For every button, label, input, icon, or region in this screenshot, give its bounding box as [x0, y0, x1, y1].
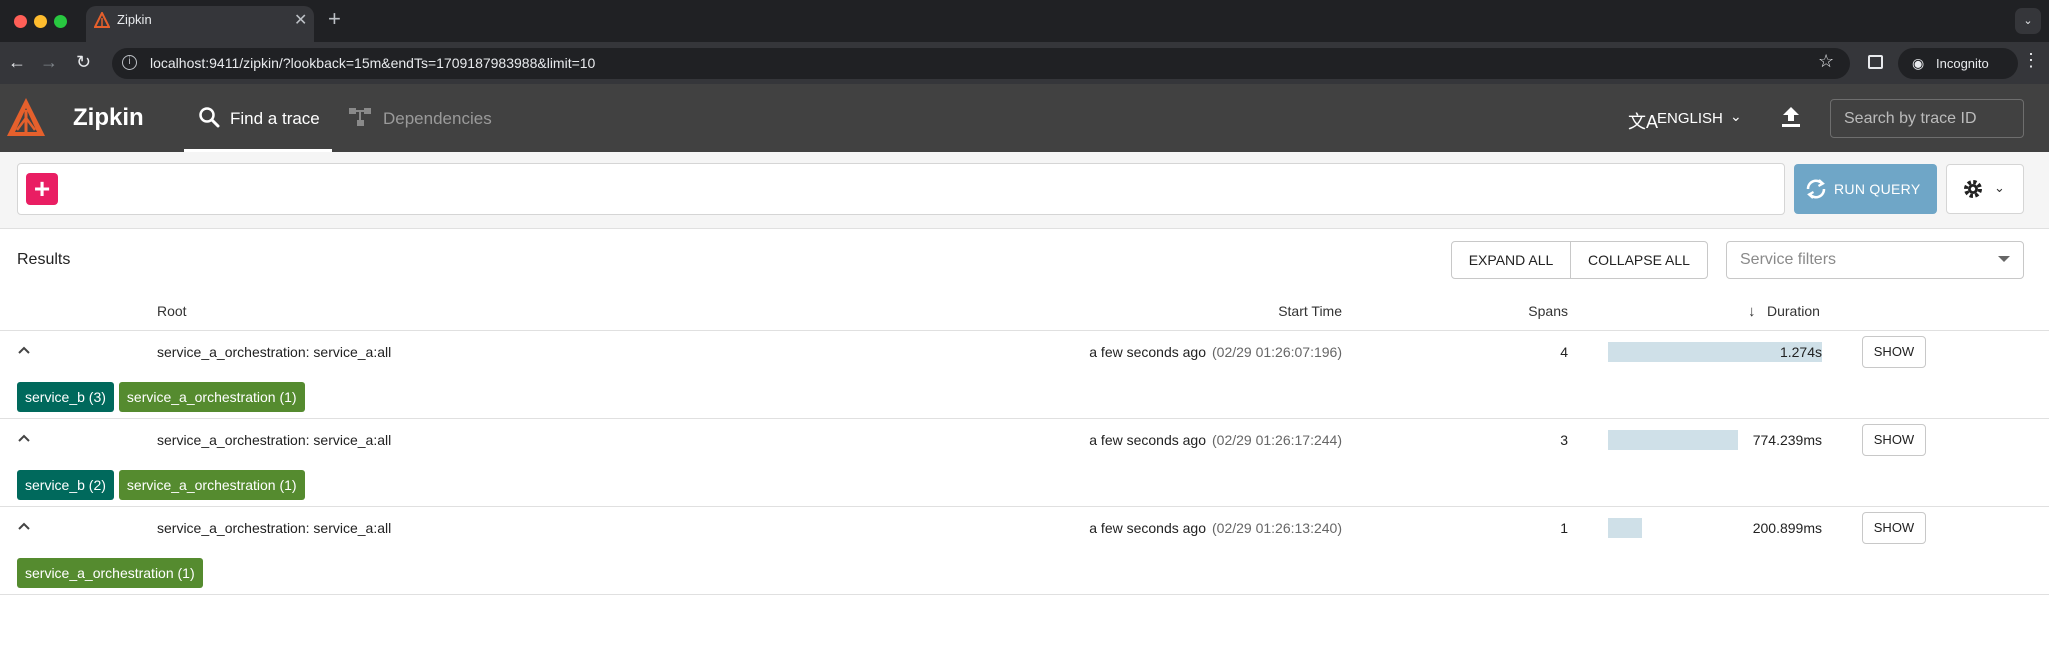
new-tab-icon[interactable]: +	[328, 6, 341, 32]
tab-close-icon[interactable]: ✕	[294, 10, 307, 30]
search-icon	[199, 107, 220, 128]
service-badge: service_a_orchestration (1)	[118, 470, 305, 500]
trace-duration: 200.899ms	[1752, 520, 1822, 536]
expand-all-button[interactable]: EXPAND ALL	[1451, 241, 1571, 279]
collapse-all-button[interactable]: COLLAPSE ALL	[1570, 241, 1708, 279]
browser-menu-icon[interactable]: ⋮	[2022, 50, 2040, 71]
trace-row[interactable]: service_a_orchestration: service_a:all a …	[0, 419, 2049, 507]
caret-down-icon	[1998, 256, 2010, 262]
trace-id-search-input[interactable]	[1830, 99, 2024, 138]
incognito-label: Incognito	[1936, 56, 1989, 71]
start-time-relative: a few seconds ago	[1089, 520, 1206, 536]
tab-title: Zipkin	[117, 12, 152, 27]
settings-button[interactable]	[1946, 164, 2024, 214]
trace-span-count: 3	[1560, 432, 1568, 448]
column-header-start-time[interactable]: Start Time	[1278, 303, 1342, 319]
trace-start-time: a few seconds ago (02/29 01:26:07:196)	[1089, 344, 1342, 360]
trace-root-name: service_a_orchestration: service_a:all	[157, 520, 392, 536]
chevron-down-icon[interactable]: ⌄	[1730, 108, 1742, 125]
tab-search-button[interactable]: ⌄	[2015, 8, 2041, 34]
window-close-button[interactable]	[14, 15, 27, 28]
chevron-up-icon[interactable]	[17, 519, 31, 533]
start-time-relative: a few seconds ago	[1089, 344, 1206, 360]
service-badge: service_b (3)	[17, 382, 114, 412]
incognito-icon: ◉	[1912, 55, 1925, 71]
zipkin-logo-icon[interactable]	[5, 96, 47, 140]
column-header-duration[interactable]: Duration	[1767, 303, 1820, 319]
column-header-root: Root	[157, 303, 187, 319]
settings-chevron-down-icon: ⌄	[1994, 180, 2005, 195]
window-minimize-button[interactable]	[34, 15, 47, 28]
service-badges: service_a_orchestration (1)	[17, 558, 203, 588]
service-filters-placeholder: Service filters	[1740, 251, 1837, 268]
service-badges: service_b (2) service_a_orchestration (1)	[17, 470, 305, 500]
service-badge: service_b (2)	[17, 470, 114, 500]
bookmark-star-icon[interactable]: ☆	[1818, 51, 1834, 72]
arrow-down-icon: ↓	[1748, 303, 1756, 320]
chevron-up-icon[interactable]	[17, 431, 31, 445]
refresh-icon	[1806, 179, 1826, 199]
language-selector[interactable]: ENGLISH	[1657, 110, 1723, 127]
reload-icon[interactable]: ↻	[76, 52, 91, 73]
translate-icon[interactable]: 文A	[1628, 108, 1658, 134]
service-badge: service_a_orchestration (1)	[17, 558, 203, 588]
trace-start-time: a few seconds ago (02/29 01:26:13:240)	[1089, 520, 1342, 536]
dependencies-icon	[349, 108, 371, 126]
show-trace-button[interactable]: SHOW	[1862, 336, 1926, 368]
trace-span-count: 4	[1560, 344, 1568, 360]
nav-dependencies-label[interactable]: Dependencies	[383, 109, 492, 129]
window-zoom-button[interactable]	[54, 15, 67, 28]
side-panel-icon[interactable]	[1868, 55, 1883, 69]
add-criteria-button[interactable]: +	[26, 173, 58, 205]
start-time-absolute: (02/29 01:26:13:240)	[1212, 520, 1342, 536]
trace-start-time: a few seconds ago (02/29 01:26:17:244)	[1089, 432, 1342, 448]
run-query-label[interactable]: RUN QUERY	[1834, 181, 1920, 197]
trace-duration: 1.274s	[1779, 344, 1822, 360]
zipkin-favicon-icon	[94, 12, 110, 28]
forward-arrow-icon[interactable]: →	[40, 52, 58, 73]
service-badges: service_b (3) service_a_orchestration (1)	[17, 382, 305, 412]
brand-title[interactable]: Zipkin	[73, 104, 144, 132]
show-trace-button[interactable]: SHOW	[1862, 424, 1926, 456]
trace-root-name: service_a_orchestration: service_a:all	[157, 344, 392, 360]
url-text[interactable]: localhost:9411/zipkin/?lookback=15m&endT…	[150, 55, 595, 71]
duration-bar-fill	[1608, 430, 1739, 450]
trace-row[interactable]: service_a_orchestration: service_a:all a …	[0, 507, 2049, 595]
start-time-absolute: (02/29 01:26:07:196)	[1212, 344, 1342, 360]
query-criteria-box[interactable]	[17, 163, 1785, 215]
column-header-spans[interactable]: Spans	[1528, 303, 1568, 319]
service-badge: service_a_orchestration (1)	[118, 382, 305, 412]
results-title: Results	[17, 251, 71, 268]
trace-root-name: service_a_orchestration: service_a:all	[157, 432, 392, 448]
nav-find-label[interactable]: Find a trace	[230, 109, 320, 129]
upload-icon[interactable]	[1778, 104, 1804, 130]
start-time-absolute: (02/29 01:26:17:244)	[1212, 432, 1342, 448]
trace-duration: 774.239ms	[1752, 432, 1822, 448]
duration-bar-fill	[1608, 518, 1642, 538]
trace-span-count: 1	[1560, 520, 1568, 536]
show-trace-button[interactable]: SHOW	[1862, 512, 1926, 544]
trace-row[interactable]: service_a_orchestration: service_a:all a …	[0, 331, 2049, 419]
site-info-icon[interactable]: i	[122, 55, 137, 70]
gear-icon	[1964, 180, 1982, 198]
back-arrow-icon[interactable]: ←	[8, 52, 26, 73]
chevron-up-icon[interactable]	[17, 343, 31, 357]
start-time-relative: a few seconds ago	[1089, 432, 1206, 448]
